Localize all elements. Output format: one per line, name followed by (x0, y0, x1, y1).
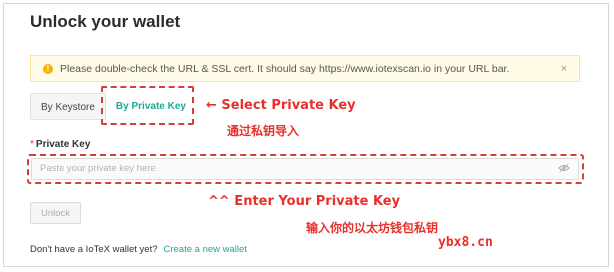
warning-banner: ! Please double-check the URL & SSL cert… (30, 55, 580, 82)
annotation-enter-private-key: ^^ Enter Your Private Key (208, 194, 401, 209)
eye-hidden-icon[interactable] (558, 164, 570, 172)
annotation-highlight-tab (101, 86, 194, 125)
annotation-select-private-key: ← Select Private Key (206, 98, 356, 113)
footer-text: Don't have a IoTeX wallet yet? Create a n… (30, 244, 247, 255)
required-mark: * (30, 139, 34, 150)
annotation-enter-private-key-cn: 输入你的以太坊钱包私钥 (306, 221, 439, 235)
warning-icon: ! (43, 63, 53, 74)
footer-question: Don't have a IoTeX wallet yet? (30, 244, 158, 255)
tab-by-keystore[interactable]: By Keystore (30, 93, 106, 120)
private-key-input[interactable]: Paste your private key here (31, 158, 579, 180)
private-key-label-text: Private Key (35, 139, 91, 150)
page-title: Unlock your wallet (30, 12, 181, 31)
create-wallet-link[interactable]: Create a new wallet (164, 244, 247, 255)
watermark: ybx8.cn (438, 235, 493, 250)
warning-text: Please double-check the URL & SSL cert. … (60, 62, 510, 75)
private-key-label: * Private Key (30, 139, 90, 150)
annotation-select-private-key-cn: 通过私钥导入 (227, 124, 300, 138)
unlock-button[interactable]: Unlock (30, 202, 81, 224)
close-icon[interactable]: × (561, 63, 567, 75)
